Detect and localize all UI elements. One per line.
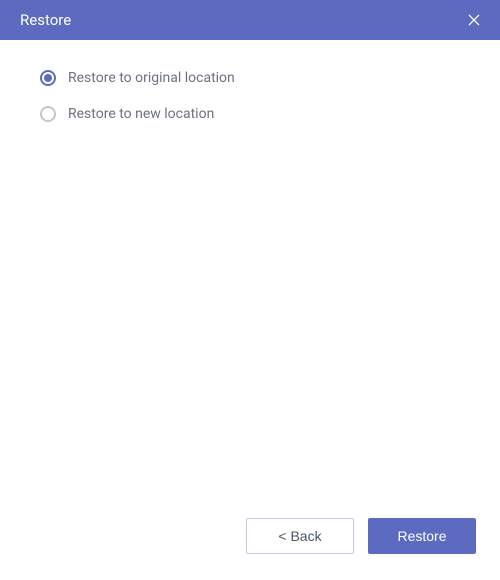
dialog-title: Restore (20, 11, 71, 29)
radio-dot-icon (44, 74, 52, 82)
radio-indicator-selected (40, 70, 56, 86)
radio-option-original-location[interactable]: Restore to original location (40, 70, 460, 86)
radio-label-original: Restore to original location (68, 70, 235, 86)
radio-indicator-unselected (40, 106, 56, 122)
close-icon (466, 12, 482, 28)
dialog-header: Restore (0, 0, 500, 40)
back-button[interactable]: < Back (246, 518, 354, 554)
restore-button[interactable]: Restore (368, 518, 476, 554)
dialog-footer: < Back Restore (0, 498, 500, 580)
restore-location-radio-group: Restore to original location Restore to … (40, 70, 460, 122)
dialog-content: Restore to original location Restore to … (0, 40, 500, 498)
close-button[interactable] (462, 8, 486, 32)
radio-option-new-location[interactable]: Restore to new location (40, 106, 460, 122)
radio-label-new: Restore to new location (68, 106, 214, 122)
